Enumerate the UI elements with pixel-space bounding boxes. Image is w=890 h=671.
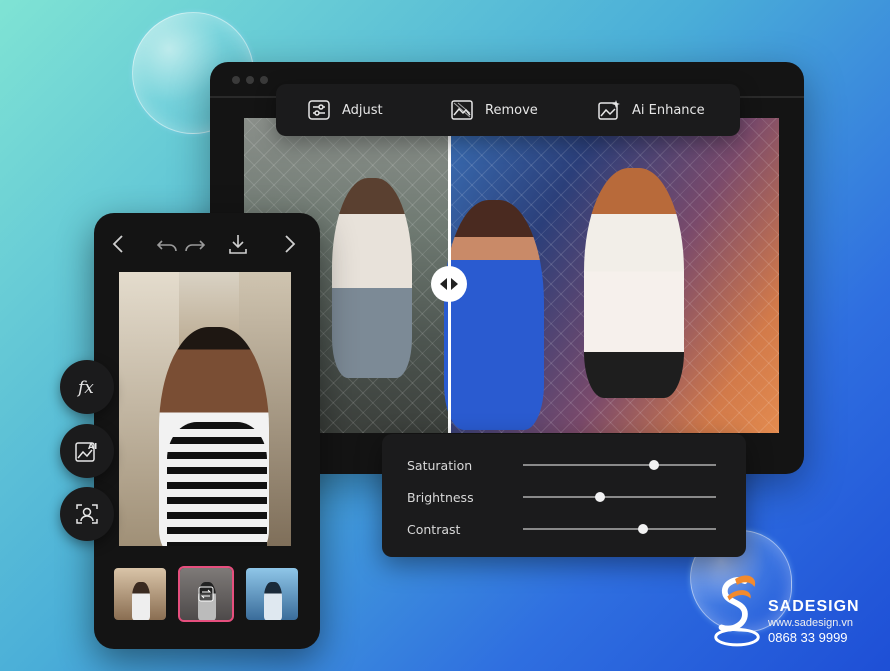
download-button[interactable] <box>227 233 249 259</box>
tool-ai-enhance[interactable]: Ai Enhance <box>598 100 705 120</box>
edit-toolbar: Adjust Remove Ai Enhance <box>276 84 740 136</box>
brightness-slider[interactable] <box>523 492 716 502</box>
tool-remove[interactable]: Remove <box>451 100 538 120</box>
brand-phone: 0868 33 9999 <box>768 630 848 645</box>
slider-knob[interactable] <box>595 492 606 502</box>
ai-image-button[interactable]: AI <box>60 424 114 478</box>
left-right-arrows-icon <box>440 278 458 290</box>
person-center <box>444 200 544 430</box>
download-icon <box>229 235 247 254</box>
redo-button[interactable] <box>184 233 206 259</box>
compare-handle[interactable] <box>431 266 467 302</box>
svg-text:AI: AI <box>88 442 97 451</box>
contrast-row: Contrast <box>407 519 716 539</box>
thumbnail-selected[interactable] <box>178 566 234 622</box>
before-after-photo[interactable] <box>244 118 779 433</box>
saturation-slider[interactable] <box>523 460 716 470</box>
compare-icon <box>198 586 214 602</box>
phone-nav-bar <box>94 233 320 257</box>
brightness-row: Brightness <box>407 487 716 507</box>
back-button[interactable] <box>108 233 130 259</box>
face-scan-icon <box>76 504 98 524</box>
thumbnail-original[interactable] <box>114 568 166 620</box>
tool-label: Ai Enhance <box>632 102 705 118</box>
tool-adjust[interactable]: Adjust <box>308 100 383 120</box>
undo-button[interactable] <box>156 233 178 259</box>
slider-label: Saturation <box>407 457 473 473</box>
tool-label: Adjust <box>342 102 383 118</box>
ai-enhance-icon <box>598 100 620 120</box>
slider-label: Contrast <box>407 521 461 537</box>
slider-knob[interactable] <box>649 460 660 470</box>
person-right <box>584 168 684 398</box>
thumbnail-blue[interactable] <box>246 568 298 620</box>
fx-button[interactable]: fx <box>60 360 114 414</box>
adjustments-panel: Saturation Brightness Contrast <box>382 434 746 557</box>
tool-label: Remove <box>485 102 538 118</box>
remove-icon <box>451 100 473 120</box>
slider-knob[interactable] <box>637 524 648 534</box>
portrait-photo[interactable] <box>119 272 291 546</box>
shirt-stripes <box>167 422 267 546</box>
forward-button[interactable] <box>278 233 300 259</box>
slider-label: Brightness <box>407 489 474 505</box>
svg-text:fx: fx <box>76 378 94 398</box>
sliders-icon <box>308 100 330 120</box>
undo-icon <box>156 240 177 252</box>
face-scan-button[interactable] <box>60 487 114 541</box>
saturation-row: Saturation <box>407 455 716 475</box>
person-left <box>332 178 412 378</box>
thumbnail-strip <box>114 566 298 622</box>
fx-icon: fx <box>76 378 94 398</box>
ai-image-icon: AI <box>75 442 97 462</box>
sadesign-logo-icon <box>714 575 760 647</box>
brand-watermark: SADESIGN www.sadesign.vn 0868 33 9999 <box>706 572 886 662</box>
redo-icon <box>185 240 206 252</box>
brand-name: SADESIGN <box>768 598 860 615</box>
contrast-slider[interactable] <box>523 524 716 534</box>
window-dots <box>232 76 268 84</box>
chevron-left-icon <box>112 235 123 253</box>
brand-url: www.sadesign.vn <box>768 617 853 629</box>
chevron-right-icon <box>285 235 296 253</box>
